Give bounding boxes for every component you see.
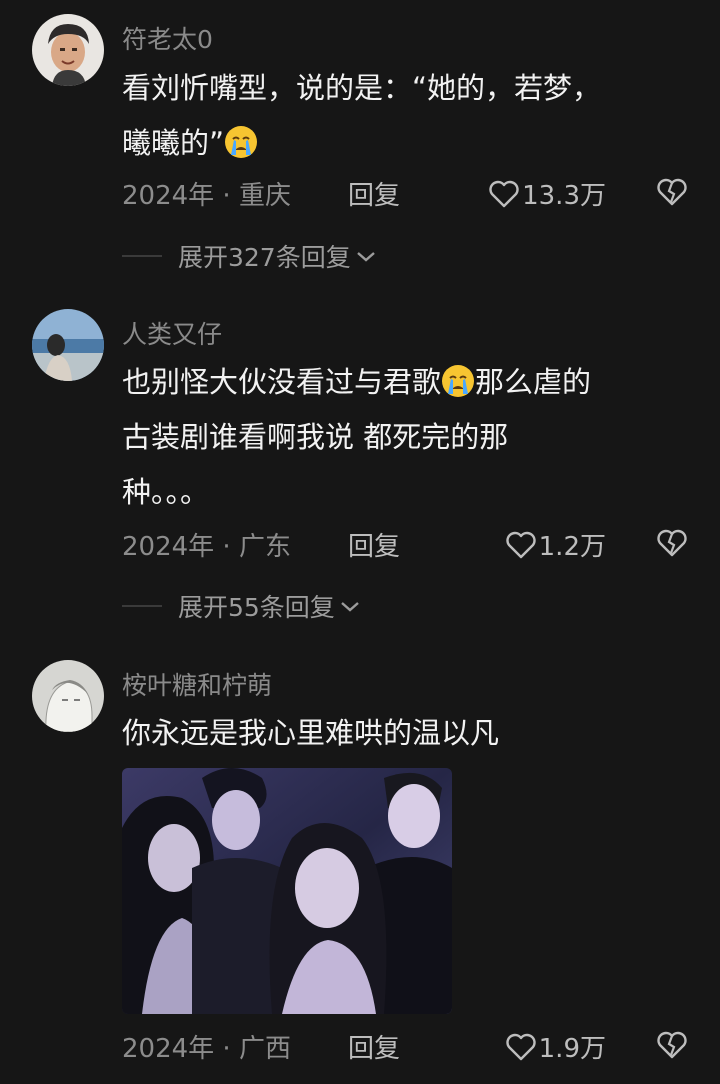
avatar[interactable] — [32, 14, 104, 86]
comment-text-line: 古装剧谁看啊我说 都死完的那 — [122, 420, 509, 454]
comment-text-segment: 也别怪大伙没看过与君歌 — [122, 365, 442, 399]
broken-heart-icon — [657, 1031, 687, 1059]
like-count: 1.9万 — [538, 1034, 606, 1064]
dislike-button[interactable] — [656, 1030, 688, 1067]
crying-face-emoji-icon — [225, 126, 258, 158]
reply-button[interactable]: 回复 — [348, 175, 400, 212]
expand-replies-label: 展开55条回复 — [178, 593, 335, 622]
crying-face-emoji-icon — [442, 365, 475, 397]
comment-text-segment: 那么虐的 — [475, 365, 592, 399]
like-button[interactable]: 13.3万 — [488, 175, 606, 212]
broken-heart-icon — [657, 529, 687, 557]
comment-username[interactable]: 人类又仔 — [122, 315, 222, 351]
dislike-button[interactable] — [656, 528, 688, 565]
comment-text-line: 看刘忻嘴型，说的是：“她的，若梦， — [122, 71, 602, 105]
chevron-down-icon — [356, 252, 375, 262]
comment-username[interactable]: 符老太0 — [122, 20, 213, 56]
comment-text-segment: 曦曦的” — [122, 126, 225, 160]
time-location: 2024年 · 重庆 — [122, 181, 291, 211]
chevron-down-icon — [341, 602, 359, 612]
like-button[interactable]: 1.9万 — [505, 1028, 606, 1065]
like-button[interactable]: 1.2万 — [505, 526, 606, 563]
heart-outline-icon — [505, 1033, 536, 1060]
comment-text-line: 曦曦的” — [122, 116, 682, 171]
comment-meta: 2024年 · 广东 回复 1.2万 — [122, 526, 688, 566]
comment-text-line: 也别怪大伙没看过与君歌 那么虐的 — [122, 355, 682, 410]
dislike-button[interactable] — [656, 177, 688, 214]
comment-text: 看刘忻嘴型，说的是：“她的，若梦， 曦曦的” — [122, 61, 682, 171]
time-location: 2024年 · 广东 — [122, 532, 291, 562]
heart-outline-icon — [505, 531, 536, 558]
expand-replies-label: 展开327条回复 — [178, 243, 351, 272]
broken-heart-icon — [657, 178, 687, 206]
divider — [122, 255, 162, 257]
comment-meta: 2024年 · 广西 回复 1.9万 — [122, 1028, 688, 1068]
divider — [122, 605, 162, 607]
comment-image[interactable] — [122, 768, 452, 1014]
comment-text-line: 你永远是我心里难哄的温以凡 — [122, 716, 500, 750]
like-count: 13.3万 — [522, 181, 606, 211]
avatar[interactable] — [32, 309, 104, 381]
comment-text: 你永远是我心里难哄的温以凡 — [122, 706, 682, 761]
comment-meta: 2024年 · 重庆 回复 13.3万 — [122, 175, 688, 215]
avatar[interactable] — [32, 660, 104, 732]
time-location: 2024年 · 广西 — [122, 1034, 291, 1064]
heart-outline-icon — [489, 180, 519, 207]
expand-replies[interactable]: 展开327条回复 — [122, 238, 377, 274]
reply-button[interactable]: 回复 — [348, 1028, 400, 1065]
comment-text: 也别怪大伙没看过与君歌 那么虐的 古装剧谁看啊我说 都死完的那 种。。。 — [122, 355, 682, 520]
comment-username[interactable]: 桉叶糖和柠萌 — [122, 666, 272, 702]
expand-replies[interactable]: 展开55条回复 — [122, 588, 361, 624]
comment-text-line: 种。。。 — [122, 475, 210, 509]
like-count: 1.2万 — [538, 532, 606, 562]
reply-button[interactable]: 回复 — [348, 526, 400, 563]
